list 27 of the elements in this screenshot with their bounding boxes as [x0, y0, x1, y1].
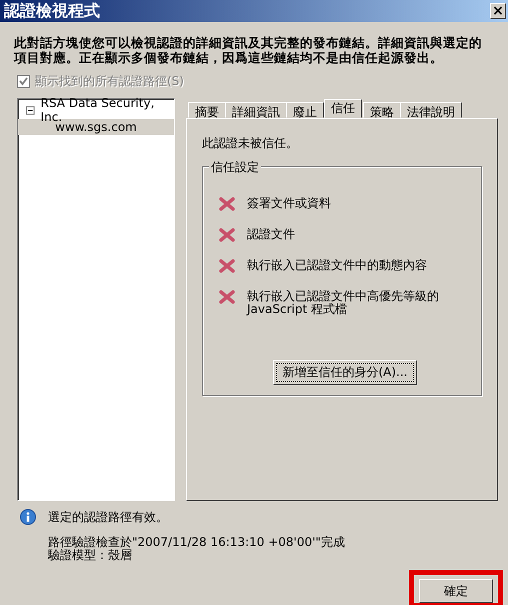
add-trusted-button[interactable]: 新增至信任的身分(A)... [273, 360, 416, 385]
cross-icon [219, 290, 235, 304]
tab[interactable]: 廢止 [286, 102, 324, 118]
tab[interactable]: 詳細資訊 [225, 102, 287, 118]
trust-item-label: 簽署文件或資料 [247, 197, 331, 210]
window-title: 認證檢視程式 [4, 0, 100, 22]
trust-item-label: 執行嵌入已認證文件中高優先等級的 JavaScript 程式檔 [247, 290, 439, 316]
cross-icon [219, 197, 235, 211]
trust-item-label: 認證文件 [247, 228, 295, 241]
group-title: 信任設定 [209, 159, 261, 176]
collapse-icon[interactable] [26, 106, 35, 114]
ok-button[interactable]: 確定 [419, 579, 493, 603]
cross-icon [219, 259, 235, 273]
info-icon [20, 509, 36, 525]
trust-item-label: 執行嵌入已認證文件中的動態內容 [247, 259, 427, 272]
tab[interactable]: 法律說明 [400, 102, 462, 118]
cross-icon [219, 228, 235, 242]
status-detail: 路徑驗證檢查於"2007/11/28 16:13:10 +08'00'"完成 [48, 536, 345, 549]
close-button[interactable]: × [490, 3, 506, 19]
trust-status-text: 此認證未被信任。 [202, 135, 299, 152]
checkbox-label: 顯示找到的所有認證路徑(S) [35, 73, 184, 90]
description-text: 此對話方塊使您可以檢視認證的詳細資訊及其完整的發布鏈結。詳細資訊與選定的項目對應。正在顯示多個發布鏈結，因爲這些鏈結均不是由信任起源發出。 [14, 35, 483, 65]
tab[interactable]: 信任 [324, 99, 362, 118]
tab[interactable]: 摘要 [188, 102, 226, 118]
status-detail: 驗證模型：殼層 [48, 549, 133, 562]
tab[interactable]: 策略 [363, 102, 401, 118]
status-message: 選定的認證路徑有效。 [48, 509, 169, 526]
